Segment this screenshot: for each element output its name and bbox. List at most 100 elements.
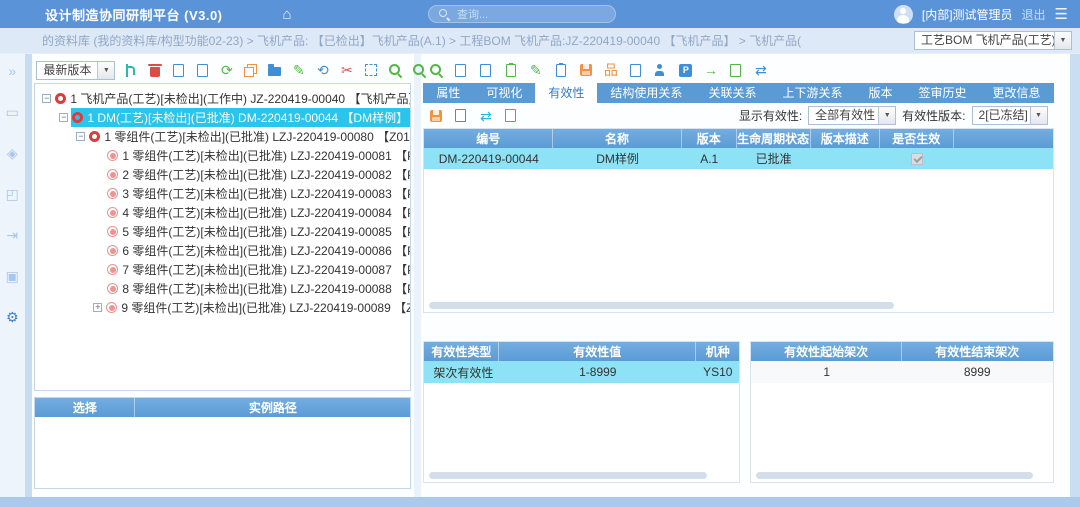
horizontal-scrollbar[interactable] [429,472,706,479]
column-header[interactable]: 有效性起始架次 [751,342,902,361]
doc-add-icon[interactable] [452,107,469,124]
column-header[interactable]: 实例路径 [135,398,410,417]
cut-icon[interactable]: ✂ [338,62,355,79]
chevron-down-icon[interactable]: ▼ [878,107,895,124]
left-scrollbar-track[interactable] [25,54,33,497]
edit-doc-icon[interactable]: ✎ [290,62,307,79]
hierarchy-icon[interactable]: 品 [602,62,619,79]
column-header[interactable]: 是否生效 [880,129,954,148]
tree-node[interactable]: 4 零组件(工艺)[未检出](已批准) LZJ-220419-00084 【P0… [35,203,410,222]
swap-icon[interactable]: ⇄ [752,62,769,79]
column-header[interactable]: 生命周期状态 [737,129,811,148]
horizontal-scrollbar[interactable] [756,472,1033,479]
tree-node[interactable]: −1 DM(工艺)[未检出](已批准) DM-220419-00044 【DM样… [35,108,410,127]
import-icon[interactable]: ⇥ [6,228,18,242]
column-header[interactable]: 编号 [424,129,553,148]
column-header[interactable]: 选择 [35,398,135,417]
save-icon[interactable] [427,107,444,124]
paste-add-icon[interactable] [502,62,519,79]
search-icon[interactable] [386,62,403,79]
tree-branch-icon[interactable] [122,62,139,79]
tab-7[interactable]: 签审历史 [905,83,979,103]
effective-checkbox[interactable] [911,153,923,165]
sync-icon[interactable]: ⟲ [314,62,331,79]
version-filter-select[interactable]: 最新版本 ▼ [36,61,115,80]
save-icon[interactable] [577,62,594,79]
collapse-icon[interactable]: − [42,94,51,103]
logout-button[interactable]: 退出 [1022,6,1046,23]
layers-icon[interactable]: ◰ [6,187,19,201]
tab-2[interactable]: 有效性 [535,83,597,103]
clipboard-icon[interactable] [552,62,569,79]
tab-3[interactable]: 结构使用关系 [597,83,695,103]
hamburger-menu-icon[interactable]: ☰ [1055,7,1068,22]
context-selector[interactable]: 工艺BOM 飞机产品(工艺):JZ... ▼ [914,31,1072,50]
effectivity-version-select[interactable]: 2[已冻结] ▼ [972,106,1048,125]
table-row[interactable]: 架次有效性1-8999YS10 [424,361,739,383]
users-icon[interactable] [652,62,669,79]
doc-check-icon[interactable] [502,107,519,124]
settings-users-icon[interactable]: ⚙ [6,310,19,324]
search-plus-icon[interactable] [410,62,427,79]
tree-node[interactable]: 2 零组件(工艺)[未检出](已批准) LZJ-220419-00082 【P0… [35,165,410,184]
cube-3d-icon[interactable]: ◈ [7,146,18,160]
tab-6[interactable]: 版本 [855,83,905,103]
doc-new-icon[interactable] [627,62,644,79]
tab-5[interactable]: 上下游关系 [769,83,855,103]
tab-8[interactable]: 更改信息 [980,83,1054,103]
tree-node[interactable]: −1 零组件(工艺)[未检出](已批准) LZJ-220419-00080 【Z… [35,127,410,146]
monitor-user-icon[interactable]: ▣ [6,269,19,283]
delete-icon[interactable] [146,62,163,79]
collapse-icon[interactable]: − [59,113,68,122]
marquee-select-icon[interactable] [362,62,379,79]
window-copy-icon[interactable] [242,62,259,79]
chevron-down-icon[interactable]: ▼ [97,62,114,79]
column-header[interactable]: 版本描述 [811,129,880,148]
user-avatar[interactable] [894,5,913,24]
doc-add-icon[interactable] [170,62,187,79]
column-header[interactable]: 版本 [682,129,737,148]
tree-node[interactable]: +9 零组件(工艺)[未检出](已批准) LZJ-220419-00089 【Z… [35,298,410,317]
tab-4[interactable]: 关联关系 [695,83,769,103]
tab-1[interactable]: 可视化 [473,83,535,103]
column-header[interactable]: 有效性值 [499,342,696,361]
collapse-expand-icon[interactable]: » [8,64,16,78]
folder-open-icon[interactable] [266,62,283,79]
show-effectivity-select[interactable]: 全部有效性 ▼ [808,106,896,125]
panel-splitter[interactable] [414,54,421,497]
tree-node[interactable]: 5 零组件(工艺)[未检出](已批准) LZJ-220419-00085 【P0… [35,222,410,241]
refresh-icon[interactable]: ⟳ [218,62,235,79]
arrow-right-icon[interactable]: → [702,62,719,79]
table-row[interactable]: DM-220419-00044DM样例A.1已批准 [424,148,1052,169]
column-header[interactable] [954,129,1053,148]
doc-copy-icon[interactable] [194,62,211,79]
tree-node[interactable]: 3 零组件(工艺)[未检出](已批准) LZJ-220419-00083 【P0… [35,184,410,203]
edit-icon[interactable]: ✎ [527,62,544,79]
collapse-icon[interactable]: − [76,132,85,141]
table-row[interactable]: 18999 [751,361,1052,383]
column-header[interactable]: 机种 [696,342,739,361]
right-scrollbar-track[interactable] [1070,54,1080,497]
column-header[interactable]: 有效性类型 [424,342,499,361]
doc-check-icon[interactable] [727,62,744,79]
tree-node[interactable]: 6 零组件(工艺)[未检出](已批准) LZJ-220419-00086 【P0… [35,241,410,260]
tree-node[interactable]: 1 零组件(工艺)[未检出](已批准) LZJ-220419-00081 【P0… [35,146,410,165]
doc-search-icon[interactable] [477,62,494,79]
chevron-down-icon[interactable]: ▼ [1030,107,1047,124]
tree-node[interactable]: −1 飞机产品(工艺)[未检出](工作中) JZ-220419-00040 【飞… [35,89,410,108]
tree-node[interactable]: 7 零组件(工艺)[未检出](已批准) LZJ-220419-00087 【P0… [35,260,410,279]
copy-add-icon[interactable] [452,62,469,79]
tab-0[interactable]: 属性 [423,83,473,103]
horizontal-scrollbar[interactable] [429,302,894,309]
breadcrumb[interactable]: 的资料库 (我的资料库/构型功能02-23) > 飞机产品: 【已检出】飞机产品… [42,32,802,49]
search-icon[interactable] [427,62,444,79]
tree-node[interactable]: 8 零组件(工艺)[未检出](已批准) LZJ-220419-00088 【P0… [35,279,410,298]
swap-icon[interactable]: ⇄ [477,107,494,124]
p-box-icon[interactable] [677,62,694,79]
global-search-input[interactable]: 查询... [428,5,616,23]
monitor-icon[interactable]: ▭ [6,105,19,119]
column-header[interactable]: 名称 [553,129,682,148]
chevron-down-icon[interactable]: ▼ [1054,32,1071,49]
expand-icon[interactable]: + [93,303,102,312]
home-icon[interactable]: ⌂ [283,6,292,23]
